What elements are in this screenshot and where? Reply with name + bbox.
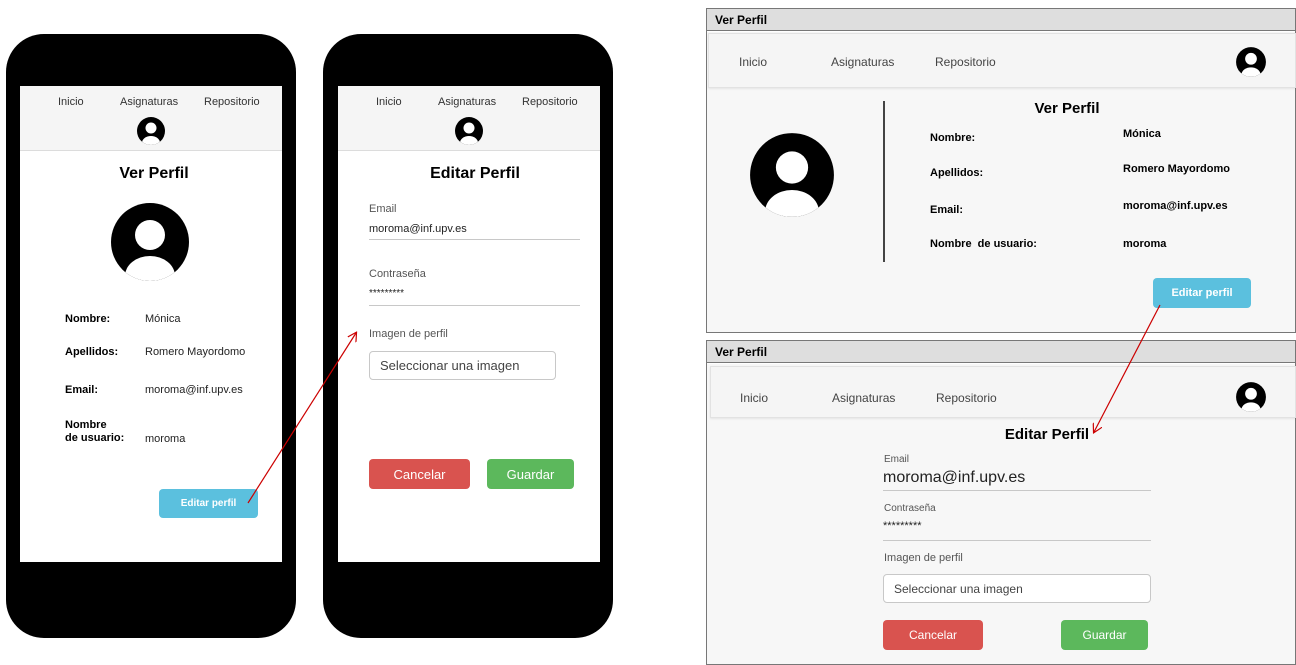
cancel-button[interactable]: Cancelar (369, 459, 470, 489)
profile-avatar-icon (749, 132, 835, 218)
username-value: moroma (1123, 238, 1167, 250)
nav-repositorio[interactable]: Repositorio (935, 55, 996, 69)
save-button[interactable]: Guardar (1061, 620, 1148, 650)
mobile-edit-screen: Inicio Asignaturas Repositorio Editar Pe… (338, 86, 600, 562)
apellidos-value: Romero Mayordomo (145, 346, 246, 358)
username-label-line2: de usuario: (65, 432, 125, 444)
email-field[interactable]: moroma@inf.upv.es (883, 469, 1025, 487)
edit-profile-button[interactable]: Editar perfil (1153, 278, 1251, 308)
nav-inicio[interactable]: Inicio (58, 96, 84, 108)
desktop-edit-navbar: Inicio Asignaturas Repositorio (710, 366, 1296, 418)
apellidos-label: Apellidos: (65, 346, 119, 358)
email-label: Email: (65, 384, 99, 396)
email-label: Email (369, 203, 397, 215)
image-label: Imagen de perfil (884, 552, 963, 564)
apellidos-value: Romero Mayordomo (1123, 163, 1230, 175)
email-label: Email: (930, 204, 964, 216)
password-label: Contraseña (884, 503, 936, 514)
nav-inicio[interactable]: Inicio (376, 96, 402, 108)
password-underline (369, 305, 580, 306)
desktop-view-navbar: Inicio Asignaturas Repositorio (708, 33, 1296, 88)
nombre-label: Nombre: (930, 132, 976, 144)
window-title: Ver Perfil (707, 9, 1295, 31)
email-field[interactable]: moroma@inf.upv.es (369, 223, 467, 235)
nombre-value: Mónica (145, 313, 181, 325)
nav-inicio[interactable]: Inicio (740, 391, 768, 405)
nav-repositorio[interactable]: Repositorio (204, 96, 260, 108)
profile-avatar-icon (110, 202, 190, 282)
username-label-line1: Nombre (65, 419, 107, 431)
page-title: Ver Perfil (1034, 100, 1100, 117)
nav-inicio[interactable]: Inicio (739, 55, 767, 69)
page-title: Editar Perfil (430, 165, 520, 182)
password-underline (883, 540, 1151, 541)
email-underline (369, 239, 580, 240)
nav-repositorio[interactable]: Repositorio (936, 391, 997, 405)
image-label: Imagen de perfil (369, 328, 448, 340)
user-avatar-icon[interactable] (136, 116, 166, 146)
nav-repositorio[interactable]: Repositorio (522, 96, 578, 108)
email-value: moroma@inf.upv.es (1123, 200, 1228, 212)
mobile-view-screen: Inicio Asignaturas Repositorio Ver Perfi… (20, 86, 282, 562)
apellidos-label: Apellidos: (930, 167, 984, 179)
password-label: Contraseña (369, 268, 426, 280)
window-body: Inicio Asignaturas Repositorio Editar Pe… (707, 364, 1296, 664)
user-avatar-icon[interactable] (1235, 46, 1267, 78)
username-value: moroma (145, 433, 186, 445)
password-field[interactable]: ********* (369, 288, 404, 299)
nav-asignaturas[interactable]: Asignaturas (438, 96, 496, 108)
email-value: moroma@inf.upv.es (145, 384, 243, 396)
edit-profile-button[interactable]: Editar perfil (159, 489, 258, 518)
desktop-edit-window: Ver Perfil Inicio Asignaturas Repositori… (706, 340, 1296, 665)
password-field[interactable]: ********* (883, 520, 922, 532)
nombre-label: Nombre: (65, 313, 111, 325)
desktop-view-window: Ver Perfil Inicio Asignaturas Repositori… (706, 8, 1296, 333)
page-title: Ver Perfil (119, 165, 189, 182)
mobile-edit-navbar: Inicio Asignaturas Repositorio (338, 86, 600, 151)
vertical-divider (883, 101, 885, 262)
email-label: Email (884, 454, 910, 465)
nombre-value: Mónica (1123, 128, 1161, 140)
username-label: Nombre de usuario: (930, 238, 1037, 250)
user-avatar-icon[interactable] (454, 116, 484, 146)
image-select-input[interactable]: Seleccionar una imagen (883, 574, 1151, 603)
save-button[interactable]: Guardar (487, 459, 574, 489)
nav-asignaturas[interactable]: Asignaturas (120, 96, 178, 108)
user-avatar-icon[interactable] (1235, 381, 1267, 413)
mobile-view-navbar: Inicio Asignaturas Repositorio (20, 86, 282, 151)
window-body: Inicio Asignaturas Repositorio Ver Perfi… (707, 32, 1296, 332)
nav-asignaturas[interactable]: Asignaturas (831, 55, 894, 69)
page-title: Editar Perfil (1004, 426, 1090, 443)
cancel-button[interactable]: Cancelar (883, 620, 983, 650)
window-title: Ver Perfil (707, 341, 1295, 363)
email-underline (883, 490, 1151, 491)
nav-asignaturas[interactable]: Asignaturas (832, 391, 895, 405)
image-select-input[interactable]: Seleccionar una imagen (369, 351, 556, 380)
